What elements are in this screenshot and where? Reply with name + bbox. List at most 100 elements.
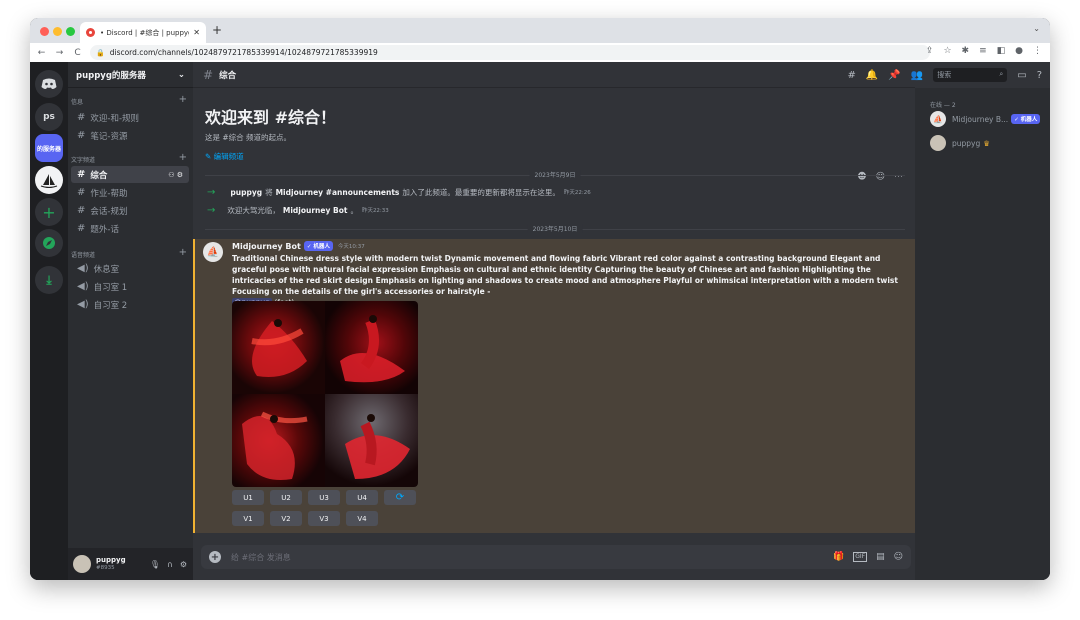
add-super-reaction-icon[interactable]: ☺ bbox=[876, 172, 885, 182]
new-tab-button[interactable]: + bbox=[212, 23, 222, 37]
tab-bar: • Discord | #综合 | puppyg的服 ✕ + ⌄ bbox=[30, 18, 1050, 43]
add-channel-icon[interactable]: + bbox=[179, 248, 187, 259]
bookmark-star-icon[interactable]: ☆ bbox=[943, 46, 951, 56]
download-apps-icon[interactable]: ⤓ bbox=[35, 266, 63, 294]
inbox-icon[interactable]: ▭ bbox=[1017, 70, 1026, 81]
browser-tab[interactable]: • Discord | #综合 | puppyg的服 ✕ bbox=[80, 22, 206, 43]
system-message: → puppyg 将 Midjourney #announcements 加入了… bbox=[193, 184, 915, 200]
tab-list-icon[interactable]: ⌄ bbox=[1033, 24, 1040, 33]
message-content: Traditional Chinese dress style with mod… bbox=[232, 253, 902, 308]
search-input[interactable]: 搜索 ⌕ bbox=[933, 68, 1008, 82]
close-window-button[interactable] bbox=[40, 27, 49, 36]
system-user[interactable]: puppyg bbox=[230, 188, 262, 197]
category-text[interactable]: 文字频道 + bbox=[71, 153, 187, 165]
discord-app: ps 的服务器 + ⤓ puppyg的服务器 ⌄ 信息 + # 欢迎-和-规则 # 笔… bbox=[30, 62, 1050, 580]
member-item[interactable]: ⛵ Midjourney B... ✓ 机器人 bbox=[930, 111, 1041, 127]
invite-settings-icon[interactable]: ⚇ ⚙ bbox=[168, 171, 183, 179]
gif-icon[interactable]: GIF bbox=[853, 552, 868, 562]
more-options-icon[interactable]: ⋯ bbox=[894, 172, 903, 182]
share-icon[interactable]: ⇪ bbox=[926, 46, 934, 56]
v3-button[interactable]: V3 bbox=[308, 511, 340, 526]
mute-mic-icon[interactable]: 🎙 bbox=[150, 560, 160, 569]
edit-channel-link[interactable]: ✎ 编辑频道 bbox=[205, 151, 336, 162]
member-list-icon[interactable]: 👥 bbox=[911, 70, 923, 81]
menu-dots-icon[interactable]: ⋮ bbox=[1033, 46, 1042, 56]
v4-button[interactable]: V4 bbox=[346, 511, 378, 526]
image-quadrant-3 bbox=[232, 394, 325, 487]
channel-offtopic[interactable]: # 题外-话 bbox=[71, 220, 189, 237]
v2-button[interactable]: V2 bbox=[270, 511, 302, 526]
refresh-icon[interactable]: ⟳ bbox=[384, 490, 416, 505]
maximize-window-button[interactable] bbox=[66, 27, 75, 36]
attach-plus-icon[interactable]: + bbox=[209, 551, 221, 563]
headphones-icon[interactable]: ∩ bbox=[167, 560, 173, 569]
close-tab-icon[interactable]: ✕ bbox=[193, 28, 200, 37]
minimize-window-button[interactable] bbox=[53, 27, 62, 36]
avatar[interactable] bbox=[73, 555, 91, 573]
extensions-icon[interactable]: ✱ bbox=[962, 46, 970, 56]
pinned-icon[interactable]: 📌 bbox=[888, 70, 900, 81]
composer-placeholder: 给 #综合 发消息 bbox=[231, 552, 291, 562]
u3-button[interactable]: U3 bbox=[308, 490, 340, 505]
discord-home-icon[interactable] bbox=[35, 70, 63, 98]
message-author[interactable]: Midjourney Bot bbox=[232, 242, 301, 251]
channel-general[interactable]: # 综合 ⚇ ⚙ bbox=[71, 166, 189, 183]
voice-study-2[interactable]: ◀) 自习室 2 bbox=[71, 296, 189, 313]
sticker-icon[interactable]: ▤ bbox=[876, 552, 885, 562]
help-icon[interactable]: ? bbox=[1037, 70, 1042, 81]
u2-button[interactable]: U2 bbox=[270, 490, 302, 505]
media-icon[interactable]: ≡ bbox=[979, 46, 987, 56]
gift-icon[interactable]: 🎁 bbox=[833, 552, 844, 562]
category-label: 文字频道 bbox=[71, 157, 96, 164]
forward-icon[interactable]: → bbox=[53, 48, 66, 58]
add-reaction-icon[interactable]: ☻ bbox=[857, 172, 866, 182]
server-midjourney-icon[interactable] bbox=[35, 166, 63, 194]
hash-icon: # bbox=[77, 223, 86, 234]
browser-window: • Discord | #综合 | puppyg的服 ✕ + ⌄ ← → C 🔒… bbox=[30, 18, 1050, 580]
hash-icon: # bbox=[77, 112, 86, 123]
u1-button[interactable]: U1 bbox=[232, 490, 264, 505]
channel-homework[interactable]: # 作业-帮助 bbox=[71, 184, 189, 201]
url-field[interactable]: 🔒 discord.com/channels/10248797217853399… bbox=[90, 45, 930, 60]
lock-icon: 🔒 bbox=[96, 48, 105, 57]
system-text: 。 bbox=[350, 205, 358, 215]
add-channel-icon[interactable]: + bbox=[179, 95, 187, 106]
add-channel-icon[interactable]: + bbox=[179, 153, 187, 164]
category-info[interactable]: 信息 + bbox=[71, 95, 187, 107]
speaker-icon: ◀) bbox=[77, 281, 89, 292]
avatar[interactable]: ⛵ bbox=[203, 242, 223, 262]
back-icon[interactable]: ← bbox=[35, 48, 48, 58]
add-server-icon[interactable]: + bbox=[35, 198, 63, 226]
message-composer[interactable]: + 给 #综合 发消息 🎁 GIF ▤ ☺ bbox=[201, 545, 911, 569]
variation-button-row: V1 V2 V3 V4 bbox=[232, 511, 378, 526]
channel-notes[interactable]: # 笔记-资源 bbox=[71, 127, 189, 144]
bot-message: ⛵ Midjourney Bot ✓ 机器人 今天10:37 Tradition… bbox=[193, 239, 915, 533]
server-ps[interactable]: ps bbox=[35, 103, 63, 131]
server-header[interactable]: puppyg的服务器 ⌄ bbox=[68, 62, 193, 88]
image-quadrant-2 bbox=[325, 301, 418, 394]
v1-button[interactable]: V1 bbox=[232, 511, 264, 526]
voice-lounge[interactable]: ◀) 休息室 bbox=[71, 260, 189, 277]
system-user[interactable]: Midjourney Bot bbox=[283, 206, 348, 215]
explore-servers-icon[interactable] bbox=[35, 229, 63, 257]
category-label: 语音频道 bbox=[71, 252, 96, 259]
settings-gear-icon[interactable]: ⚙ bbox=[180, 560, 187, 569]
channel-label: 会话-规划 bbox=[90, 206, 128, 217]
system-text: 将 bbox=[265, 187, 273, 197]
reload-icon[interactable]: C bbox=[71, 48, 84, 58]
generated-image-grid[interactable] bbox=[232, 301, 418, 487]
channel-planning[interactable]: # 会话-规划 bbox=[71, 202, 189, 219]
notification-bell-icon[interactable]: 🔔 bbox=[866, 70, 878, 81]
category-voice[interactable]: 语音频道 + bbox=[71, 248, 187, 260]
server-current[interactable]: 的服务器 bbox=[35, 134, 63, 162]
threads-icon[interactable]: # bbox=[847, 70, 855, 81]
profile-icon[interactable]: ● bbox=[1015, 46, 1023, 56]
channel-label: 题外-话 bbox=[90, 224, 119, 235]
voice-study-1[interactable]: ◀) 自习室 1 bbox=[71, 278, 189, 295]
channel-welcome[interactable]: # 欢迎-和-规则 bbox=[71, 109, 189, 126]
emoji-icon[interactable]: ☺ bbox=[894, 552, 903, 562]
member-item[interactable]: puppyg ♛ bbox=[930, 135, 990, 151]
u4-button[interactable]: U4 bbox=[346, 490, 378, 505]
sidepanel-icon[interactable]: ◧ bbox=[997, 46, 1006, 56]
system-target[interactable]: Midjourney #announcements bbox=[276, 188, 400, 197]
